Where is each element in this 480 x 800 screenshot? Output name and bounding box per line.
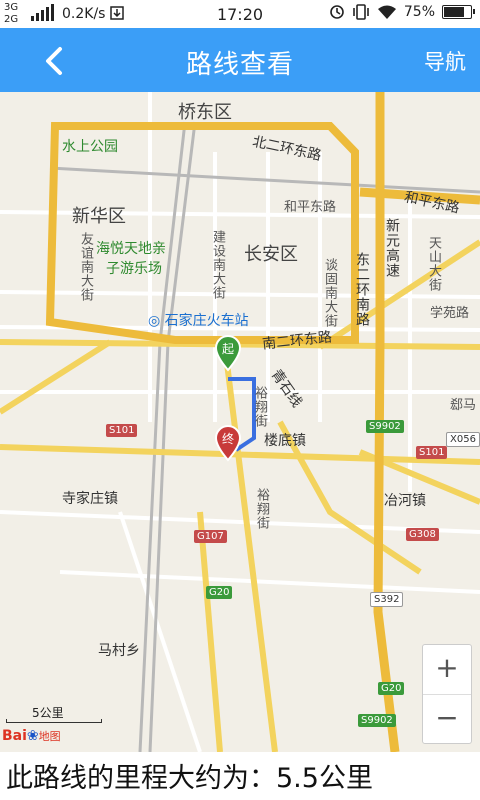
svg-text:起: 起: [222, 342, 234, 356]
road-shield: S101: [106, 424, 138, 437]
svg-text:终: 终: [222, 431, 234, 446]
road-shield: G107: [194, 530, 227, 543]
place-label: 水上公园: [62, 139, 118, 155]
route-distance: 此路线的里程大约为：5.5公里: [6, 763, 373, 794]
map-scale: 5公里: [6, 704, 106, 723]
road-label: 谈固南大街: [322, 258, 337, 328]
zoom-control: + −: [422, 644, 472, 744]
road-shield: G20: [378, 682, 405, 695]
place-label: ◎ 石家庄火车站: [148, 313, 249, 329]
place-label: 子游乐场: [106, 261, 162, 277]
road-label: 裕翔街: [252, 386, 267, 428]
paw-icon: ❀: [26, 728, 39, 744]
status-bar: 3G 2G 0.2K/s 17:20 75%: [0, 0, 480, 28]
district-label: 新华区: [72, 206, 126, 227]
road-label: 友谊南大街: [78, 232, 93, 302]
road-label: 和平东路: [284, 200, 337, 215]
baidu-map-logo: Bai❀地图: [2, 728, 61, 744]
road-shield: S9902: [366, 420, 404, 433]
start-marker: 起: [214, 335, 242, 372]
zoom-out-button[interactable]: −: [423, 695, 471, 744]
battery-icon: [442, 5, 475, 19]
road-label: 东二环南路: [354, 252, 370, 327]
place-label: 楼底镇: [264, 433, 306, 449]
road-label: 裕翔街: [254, 488, 269, 530]
map-view[interactable]: 起 终 桥东区 新华区 长安区 水上公园 海悦天地亲 子游乐场 ◎ 石家庄火车站…: [0, 92, 480, 752]
zoom-in-button[interactable]: +: [423, 645, 471, 694]
place-label: 郄马: [450, 398, 477, 413]
road-shield: S392: [370, 592, 404, 607]
road-label: 建设南大街: [210, 230, 225, 300]
district-label: 桥东区: [178, 102, 232, 123]
place-label: 寺家庄镇: [62, 491, 118, 507]
road-shield: S9902: [358, 714, 396, 727]
road-shield: S101: [416, 446, 448, 459]
title-bar: 路线查看 导航: [0, 28, 480, 92]
district-label: 长安区: [244, 244, 298, 265]
road-label: 天山大街: [426, 236, 441, 292]
road-label: 新元高速: [384, 218, 400, 278]
alarm-icon: [330, 5, 344, 19]
train-station-icon: ◎: [148, 313, 161, 329]
page-title: 路线查看: [185, 50, 294, 80]
battery-fill: [444, 7, 464, 17]
navigate-button[interactable]: 导航: [424, 46, 466, 76]
wifi-icon: [377, 5, 396, 19]
vibrate-icon: [353, 4, 369, 20]
road-shield: X056: [446, 432, 480, 447]
place-label: 海悦天地亲: [96, 241, 166, 257]
place-label: 冶河镇: [384, 493, 426, 509]
road-label: 学苑路: [430, 306, 470, 321]
battery-percent: 75%: [403, 4, 435, 20]
road-shield: G20: [206, 586, 233, 599]
road-shield: G308: [406, 528, 439, 541]
place-label: 马村乡: [98, 643, 140, 659]
